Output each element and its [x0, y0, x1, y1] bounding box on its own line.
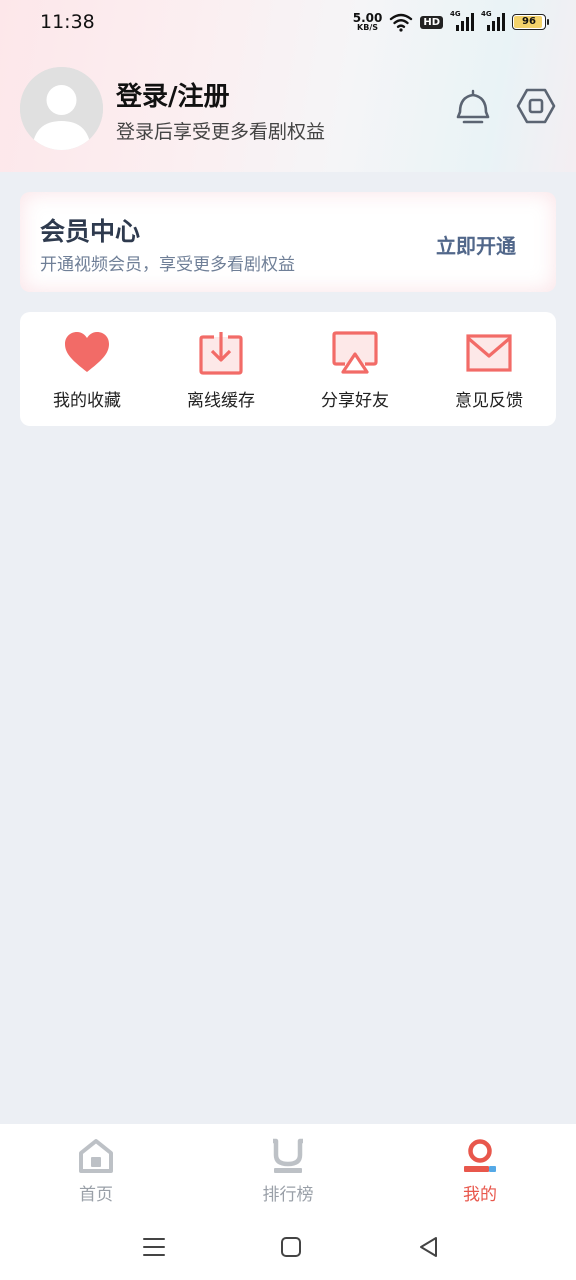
feedback-action[interactable]: 意见反馈: [422, 312, 556, 426]
signal-icon: 4G: [450, 10, 474, 31]
share-friends-label: 分享好友: [321, 391, 389, 411]
nav-home-label: 首页: [79, 1185, 113, 1205]
favorites-action[interactable]: 我的收藏: [20, 312, 154, 426]
nav-profile-label: 我的: [463, 1185, 497, 1205]
member-center-card[interactable]: 会员中心 开通视频会员，享受更多看剧权益 立即开通: [20, 192, 556, 292]
signal-icon-2: 4G: [481, 10, 505, 31]
wifi-icon: [390, 13, 413, 32]
home-icon: [79, 1139, 113, 1173]
login-subtitle: 登录后享受更多看剧权益: [116, 121, 326, 143]
avatar-placeholder-icon: [20, 67, 103, 150]
favorites-label: 我的收藏: [53, 391, 121, 411]
feedback-label: 意见反馈: [455, 391, 523, 411]
back-icon[interactable]: [416, 1234, 442, 1260]
login-register-link[interactable]: 登录/注册: [116, 76, 230, 113]
bottom-navigation: 首页 排行榜 我的: [0, 1124, 576, 1216]
status-icons: 5.00 KB/S HD 4G 4G 96: [353, 10, 549, 34]
profile-icon: [464, 1139, 496, 1172]
battery-icon: 96: [512, 14, 549, 30]
system-navigation-bar: [0, 1216, 576, 1280]
hd-badge: HD: [420, 15, 443, 29]
share-friends-action[interactable]: 分享好友: [288, 312, 422, 426]
ranking-icon: [273, 1138, 303, 1173]
nav-ranking-label: 排行榜: [262, 1185, 314, 1205]
battery-level: 96: [522, 16, 536, 27]
home-button-icon[interactable]: [278, 1234, 304, 1260]
nav-ranking[interactable]: 排行榜: [192, 1124, 384, 1216]
status-time: 11:38: [40, 11, 95, 33]
avatar[interactable]: [20, 67, 103, 150]
menu-icon[interactable]: [141, 1234, 167, 1260]
share-icon: [332, 331, 378, 374]
heart-icon: [65, 332, 109, 372]
quick-actions: 我的收藏 离线缓存 分享好友 意见反馈: [20, 312, 556, 426]
nav-profile[interactable]: 我的: [384, 1124, 576, 1216]
signal-type: 4G: [450, 10, 461, 18]
mail-icon: [466, 334, 512, 372]
bell-icon[interactable]: [453, 86, 493, 126]
activate-membership-button[interactable]: 立即开通: [436, 230, 516, 259]
member-center-title: 会员中心: [40, 217, 141, 246]
network-speed: 5.00 KB/S: [353, 12, 383, 32]
offline-cache-label: 离线缓存: [187, 391, 255, 411]
screen: 11:38 5.00 KB/S HD 4G 4G 96 登录/注册 登录后享受更…: [0, 0, 576, 1280]
download-icon: [199, 332, 243, 375]
status-bar: 11:38 5.00 KB/S HD 4G 4G 96: [0, 0, 576, 44]
member-center-subtitle: 开通视频会员，享受更多看剧权益: [40, 255, 295, 275]
profile-header: 11:38 5.00 KB/S HD 4G 4G 96 登录/注册 登录后享受更…: [0, 0, 576, 172]
network-speed-unit: KB/S: [357, 23, 379, 32]
settings-icon[interactable]: [516, 86, 556, 126]
offline-cache-action[interactable]: 离线缓存: [154, 312, 288, 426]
nav-home[interactable]: 首页: [0, 1124, 192, 1216]
signal-type-2: 4G: [481, 10, 492, 18]
